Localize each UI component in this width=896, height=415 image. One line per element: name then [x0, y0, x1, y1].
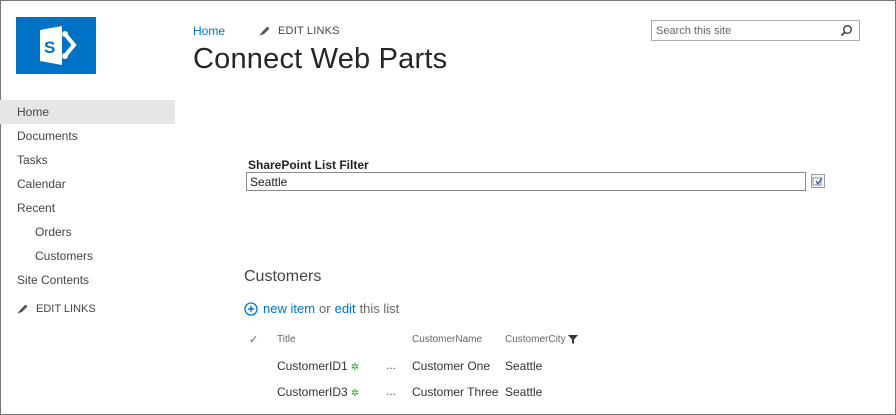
table-row: CustomerID1 ✲	[277, 359, 359, 373]
row-customer-city: Seattle	[505, 385, 543, 399]
row-customer-name: Customer Three	[412, 385, 499, 399]
row-ellipsis-menu[interactable]: ...	[386, 384, 396, 398]
select-all-checkmark-icon[interactable]: ✓	[249, 333, 258, 346]
nav-item-customers[interactable]: Customers	[0, 244, 175, 268]
search-icon[interactable]	[840, 24, 853, 37]
filter-funnel-icon	[567, 335, 578, 344]
pencil-icon	[260, 26, 270, 36]
page-title: Connect Web Parts	[193, 43, 448, 75]
nav-item-documents[interactable]: Documents	[0, 124, 175, 148]
new-item-link[interactable]: new item	[263, 301, 315, 316]
table-row: CustomerID3 ✲	[277, 385, 359, 399]
row-title-link[interactable]: CustomerID3	[277, 385, 348, 399]
nav-item-recent[interactable]: Recent	[0, 196, 175, 220]
column-header-customercity-label: CustomerCity	[505, 334, 566, 345]
filter-web-part-title: SharePoint List Filter	[248, 158, 369, 172]
top-nav: Home EDIT LINKS	[193, 24, 340, 38]
filter-icon	[812, 177, 823, 186]
or-text: or	[319, 301, 331, 316]
search-box	[651, 20, 860, 41]
new-item-bar: new item or edit this list	[244, 301, 399, 316]
row-customer-city: Seattle	[505, 359, 543, 373]
this-list-text: this list	[359, 301, 400, 316]
row-ellipsis-menu[interactable]: ...	[386, 358, 396, 372]
search-input[interactable]	[656, 22, 831, 40]
plus-circle-icon[interactable]	[244, 301, 258, 316]
list-title: Customers	[244, 268, 322, 285]
nav-item-calendar[interactable]: Calendar	[0, 172, 175, 196]
nav-item-tasks[interactable]: Tasks	[0, 148, 175, 172]
row-customer-name: Customer One	[412, 359, 491, 373]
top-edit-links-label: EDIT LINKS	[278, 25, 340, 37]
svg-text:S: S	[44, 38, 55, 57]
column-header-customername[interactable]: CustomerName	[412, 334, 482, 345]
nav-item-orders[interactable]: Orders	[0, 220, 175, 244]
edit-list-link[interactable]: edit	[335, 301, 356, 316]
nav-edit-links-button[interactable]: EDIT LINKS	[0, 303, 175, 315]
column-header-title[interactable]: Title	[277, 334, 296, 345]
new-item-badge-icon: ✲	[350, 362, 360, 373]
sharepoint-logo[interactable]: S	[16, 17, 96, 74]
filter-browse-button[interactable]	[811, 174, 825, 188]
filter-value-input[interactable]	[246, 172, 806, 191]
pencil-icon	[18, 304, 28, 314]
nav-item-home[interactable]: Home	[0, 100, 175, 124]
new-item-badge-icon: ✲	[350, 388, 360, 399]
top-edit-links-button[interactable]: EDIT LINKS	[259, 25, 340, 37]
nav-edit-links-label: EDIT LINKS	[36, 303, 96, 315]
row-title-link[interactable]: CustomerID1	[277, 359, 348, 373]
top-nav-home-link[interactable]: Home	[193, 24, 225, 38]
column-header-customercity[interactable]: CustomerCity	[505, 334, 578, 345]
quick-launch-nav: Home Documents Tasks Calendar Recent Ord…	[0, 100, 175, 315]
nav-item-site-contents[interactable]: Site Contents	[0, 268, 175, 292]
